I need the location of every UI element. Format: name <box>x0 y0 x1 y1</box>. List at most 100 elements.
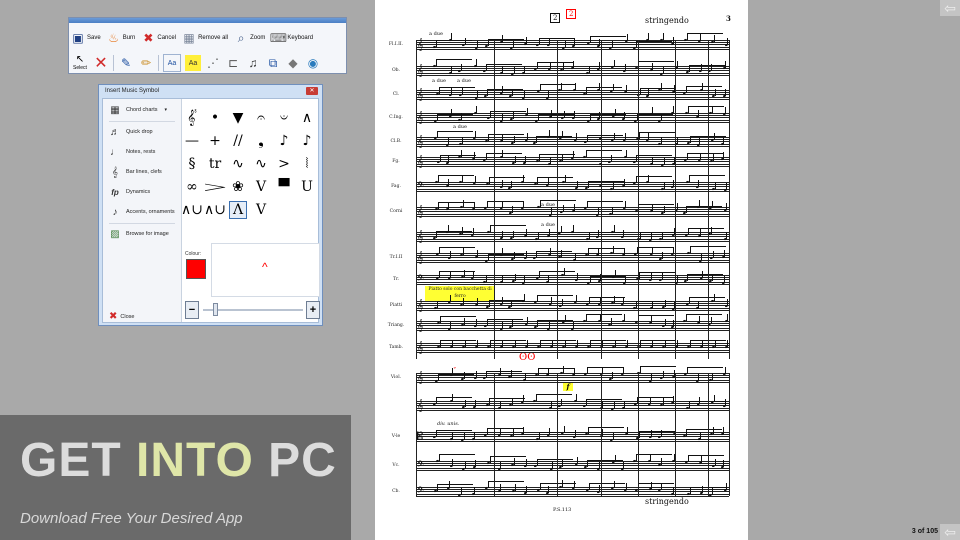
clef-glyph: 𝄞 <box>417 64 424 77</box>
forward-arrow-icon[interactable]: ⇦ <box>940 524 960 540</box>
glasses-annotation[interactable]: ʘʘ <box>519 352 535 363</box>
note-stem <box>502 86 503 93</box>
music-symbol-button[interactable]: 𝄐 <box>252 109 270 127</box>
note-stem <box>727 340 728 347</box>
music-symbol-button[interactable]: ∿ <box>252 155 270 173</box>
colour-swatch[interactable] <box>186 259 206 279</box>
save-button[interactable]: ▣ Save <box>71 31 100 45</box>
note-stem <box>624 401 625 408</box>
music-symbol-button[interactable]: ❟ <box>252 132 270 150</box>
note-beam <box>485 275 522 277</box>
burn-button[interactable]: ♨ Burn <box>107 31 135 45</box>
music-symbol-button[interactable]: V <box>252 178 270 196</box>
select-tool-button[interactable]: ↖ Select <box>71 52 89 74</box>
note-beam <box>486 89 523 91</box>
note-stem <box>652 301 653 308</box>
zoom-button[interactable]: ⌕ Zoom <box>234 31 266 45</box>
category-chord-charts[interactable]: ▦ Chord charts ▾ <box>107 103 167 117</box>
note-stem <box>573 61 574 68</box>
note-stem <box>714 340 716 347</box>
remove-all-button[interactable]: ▦ Remove all <box>182 31 228 45</box>
music-symbol-button[interactable]: ♪ <box>275 132 293 150</box>
dialog-title-bar[interactable]: Insert Music Symbol ✕ <box>99 85 322 97</box>
score-page[interactable]: 2 2 stringendo 3 a due a due a due a due… <box>375 0 748 540</box>
music-symbol-button[interactable]: — <box>183 132 201 150</box>
music-symbol-button[interactable]: ∧∪ <box>181 201 203 219</box>
music-symbol-button[interactable]: ❀ <box>229 178 247 196</box>
staff-line <box>416 163 729 165</box>
highlighted-text-annotation[interactable]: Piatto solo con bacchetta di ferro <box>425 286 495 302</box>
music-symbol-button[interactable]: ∞ <box>183 178 201 196</box>
size-decrease-button[interactable]: − <box>185 301 199 319</box>
note-stem <box>560 83 562 90</box>
toolbar-titlebar[interactable] <box>69 18 346 23</box>
music-symbol-button[interactable]: // <box>229 132 247 150</box>
select-label: Select <box>73 65 87 71</box>
category-dynamics[interactable]: fp Dynamics <box>107 185 150 199</box>
music-symbol-button[interactable]: ∧ <box>298 109 316 127</box>
category-bar-lines-clefs[interactable]: 𝄞 Bar lines, clefs <box>107 165 162 179</box>
note-stem <box>502 248 503 255</box>
note-beam <box>635 155 672 157</box>
music-symbol-tool-button[interactable]: ♫ <box>245 55 261 71</box>
note-stem <box>510 300 512 307</box>
music-symbol-button[interactable]: ▀ <box>275 178 293 196</box>
category-quick-drop[interactable]: ♬ Quick drop <box>107 125 153 139</box>
note-stem <box>450 295 451 302</box>
category-accents-ornaments[interactable]: ♪ Accents, ornaments <box>107 205 175 219</box>
music-symbol-button[interactable]: V <box>252 201 270 219</box>
music-symbol-button[interactable]: 𝄟 <box>183 109 201 127</box>
note-beam <box>438 271 475 273</box>
note-beam <box>536 62 573 64</box>
music-symbol-button[interactable]: ▼ <box>229 109 247 127</box>
note-stem <box>624 248 625 255</box>
note-stem <box>624 314 625 321</box>
dialog-close-icon[interactable]: ✕ <box>306 87 318 95</box>
music-symbol-button[interactable]: ⦚ <box>298 155 316 173</box>
size-slider-thumb[interactable] <box>213 303 218 316</box>
note-stem <box>613 60 615 67</box>
music-symbol-button[interactable]: § <box>183 155 201 173</box>
pencil-tool-button[interactable]: ✏ <box>138 55 154 71</box>
note-stem <box>723 137 724 144</box>
note-stem <box>677 276 678 283</box>
highlight-text-tool-button[interactable]: Aa <box>185 55 201 71</box>
cancel-button[interactable]: ✖ Cancel <box>141 31 176 45</box>
globe-tool-button[interactable]: ◉ <box>305 55 321 71</box>
music-symbol-button[interactable]: > <box>275 155 293 173</box>
music-symbol-button[interactable]: ∧∪ <box>204 201 226 219</box>
note-stem <box>564 175 566 182</box>
stamp-tool-button[interactable]: ⧉ <box>265 55 281 71</box>
music-symbol-button[interactable]: tr <box>206 155 224 173</box>
size-increase-button[interactable]: + <box>306 301 320 319</box>
music-symbol-button[interactable]: • <box>206 109 224 127</box>
back-arrow-icon[interactable]: ⇦ <box>940 0 960 16</box>
music-symbol-button[interactable]: Λ <box>229 201 247 219</box>
keyboard-button[interactable]: ⌨ Keyboard <box>270 31 313 45</box>
category-notes-rests[interactable]: ♩ Notes, rests <box>107 145 155 159</box>
line-tool-button[interactable]: ⋰ <box>205 55 221 71</box>
music-symbol-button[interactable]: 𝄑 <box>275 109 293 127</box>
red-rehearsal-annotation[interactable]: 2 <box>566 9 577 19</box>
category-browse-image[interactable]: ▨ Browse for image <box>107 227 169 241</box>
note-beam <box>435 59 472 61</box>
eraser-tool-button[interactable]: ◆ <box>285 55 301 71</box>
highlighted-dynamic-annotation[interactable]: f <box>563 383 573 391</box>
shape-tool-button[interactable]: ⊏ <box>225 55 241 71</box>
note-stem <box>726 483 727 490</box>
music-symbol-button[interactable]: 𝆓 <box>205 178 226 196</box>
music-symbol-button[interactable]: ♪ <box>298 132 316 150</box>
music-symbol-button[interactable]: U <box>298 178 316 196</box>
bar-line <box>638 40 639 359</box>
pen-tool-button[interactable]: ✎ <box>118 55 134 71</box>
note-stem <box>525 373 526 380</box>
music-symbol-button[interactable]: ∿ <box>229 155 247 173</box>
close-button[interactable]: ✖ Close <box>109 311 134 322</box>
size-slider-track[interactable] <box>203 309 303 311</box>
text-tool-button[interactable]: Aa <box>163 54 181 72</box>
note-stem <box>500 368 501 375</box>
music-symbol-button[interactable]: + <box>206 132 224 150</box>
note-stem <box>610 155 612 162</box>
staff-line <box>416 281 729 283</box>
delete-tool-button[interactable]: ✕ <box>93 55 109 72</box>
